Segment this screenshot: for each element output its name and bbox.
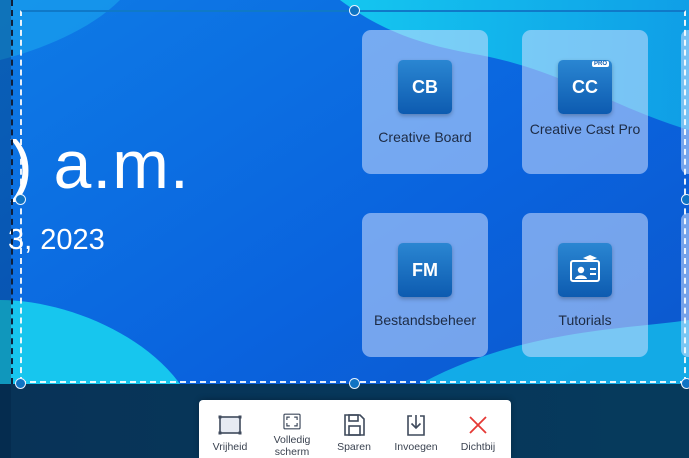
screenshot-toolbar: Vrijheid Volledig scherm Sparen Invoegen…: [199, 400, 511, 458]
save-button[interactable]: Sparen: [323, 400, 385, 458]
selection-handle-top[interactable]: [349, 5, 360, 16]
creative-board-icon: CB: [398, 60, 452, 114]
app-label: Creative Cast Pro: [529, 121, 641, 137]
selection-handle-bottom[interactable]: [349, 378, 360, 389]
tutorials-icon: [558, 243, 612, 297]
tutorials-glyph: [570, 255, 600, 282]
desktop-screen: ) a.m. 3, 2023 CB Creative Board CC PRO …: [0, 0, 689, 458]
tool-label: Volledig scherm: [273, 434, 311, 458]
app-icon-text: FM: [412, 259, 438, 280]
clock-time: ) a.m.: [10, 127, 190, 203]
freeform-rect-icon: [218, 415, 242, 435]
app-tile-tutorials[interactable]: Tutorials: [522, 213, 648, 357]
selection-handle-bottom-right[interactable]: [681, 378, 689, 389]
tool-label: Vrijheid: [212, 441, 248, 453]
insert-icon: [407, 415, 425, 436]
app-label: Tutorials: [558, 312, 612, 328]
fullscreen-button[interactable]: Volledig scherm: [261, 400, 323, 458]
app-tile-partial[interactable]: [681, 30, 689, 174]
app-label: Bestandsbeheer: [374, 312, 476, 328]
tool-label: Sparen: [337, 441, 371, 453]
tool-label: Dichtbij: [460, 441, 496, 453]
insert-button[interactable]: Invoegen: [385, 400, 447, 458]
selection-handle-bottom-left[interactable]: [15, 378, 26, 389]
selection-handle-left[interactable]: [15, 194, 26, 205]
app-tile-creative-cast-pro[interactable]: CC PRO Creative Cast Pro: [522, 30, 648, 174]
save-icon: [344, 414, 365, 436]
fullscreen-icon: [283, 413, 301, 430]
selection-left-guide: [11, 0, 13, 384]
tool-label: Invoegen: [394, 441, 438, 453]
close-button[interactable]: Dichtbij: [447, 400, 509, 458]
creative-cast-icon: CC PRO: [558, 60, 612, 114]
freeform-button[interactable]: Vrijheid: [199, 400, 261, 458]
app-tile-partial[interactable]: [681, 213, 689, 357]
file-manager-icon: FM: [398, 243, 452, 297]
app-tile-creative-board[interactable]: CB Creative Board: [362, 30, 488, 174]
app-icon-text: CC: [572, 76, 598, 97]
pro-badge: PRO: [591, 61, 609, 67]
clock-date: 3, 2023: [8, 224, 105, 256]
app-label: Creative Board: [378, 129, 472, 145]
close-icon: [469, 416, 487, 434]
app-icon-text: CB: [412, 76, 438, 97]
app-tile-bestandsbeheer[interactable]: FM Bestandsbeheer: [362, 213, 488, 357]
selection-handle-right[interactable]: [681, 194, 689, 205]
